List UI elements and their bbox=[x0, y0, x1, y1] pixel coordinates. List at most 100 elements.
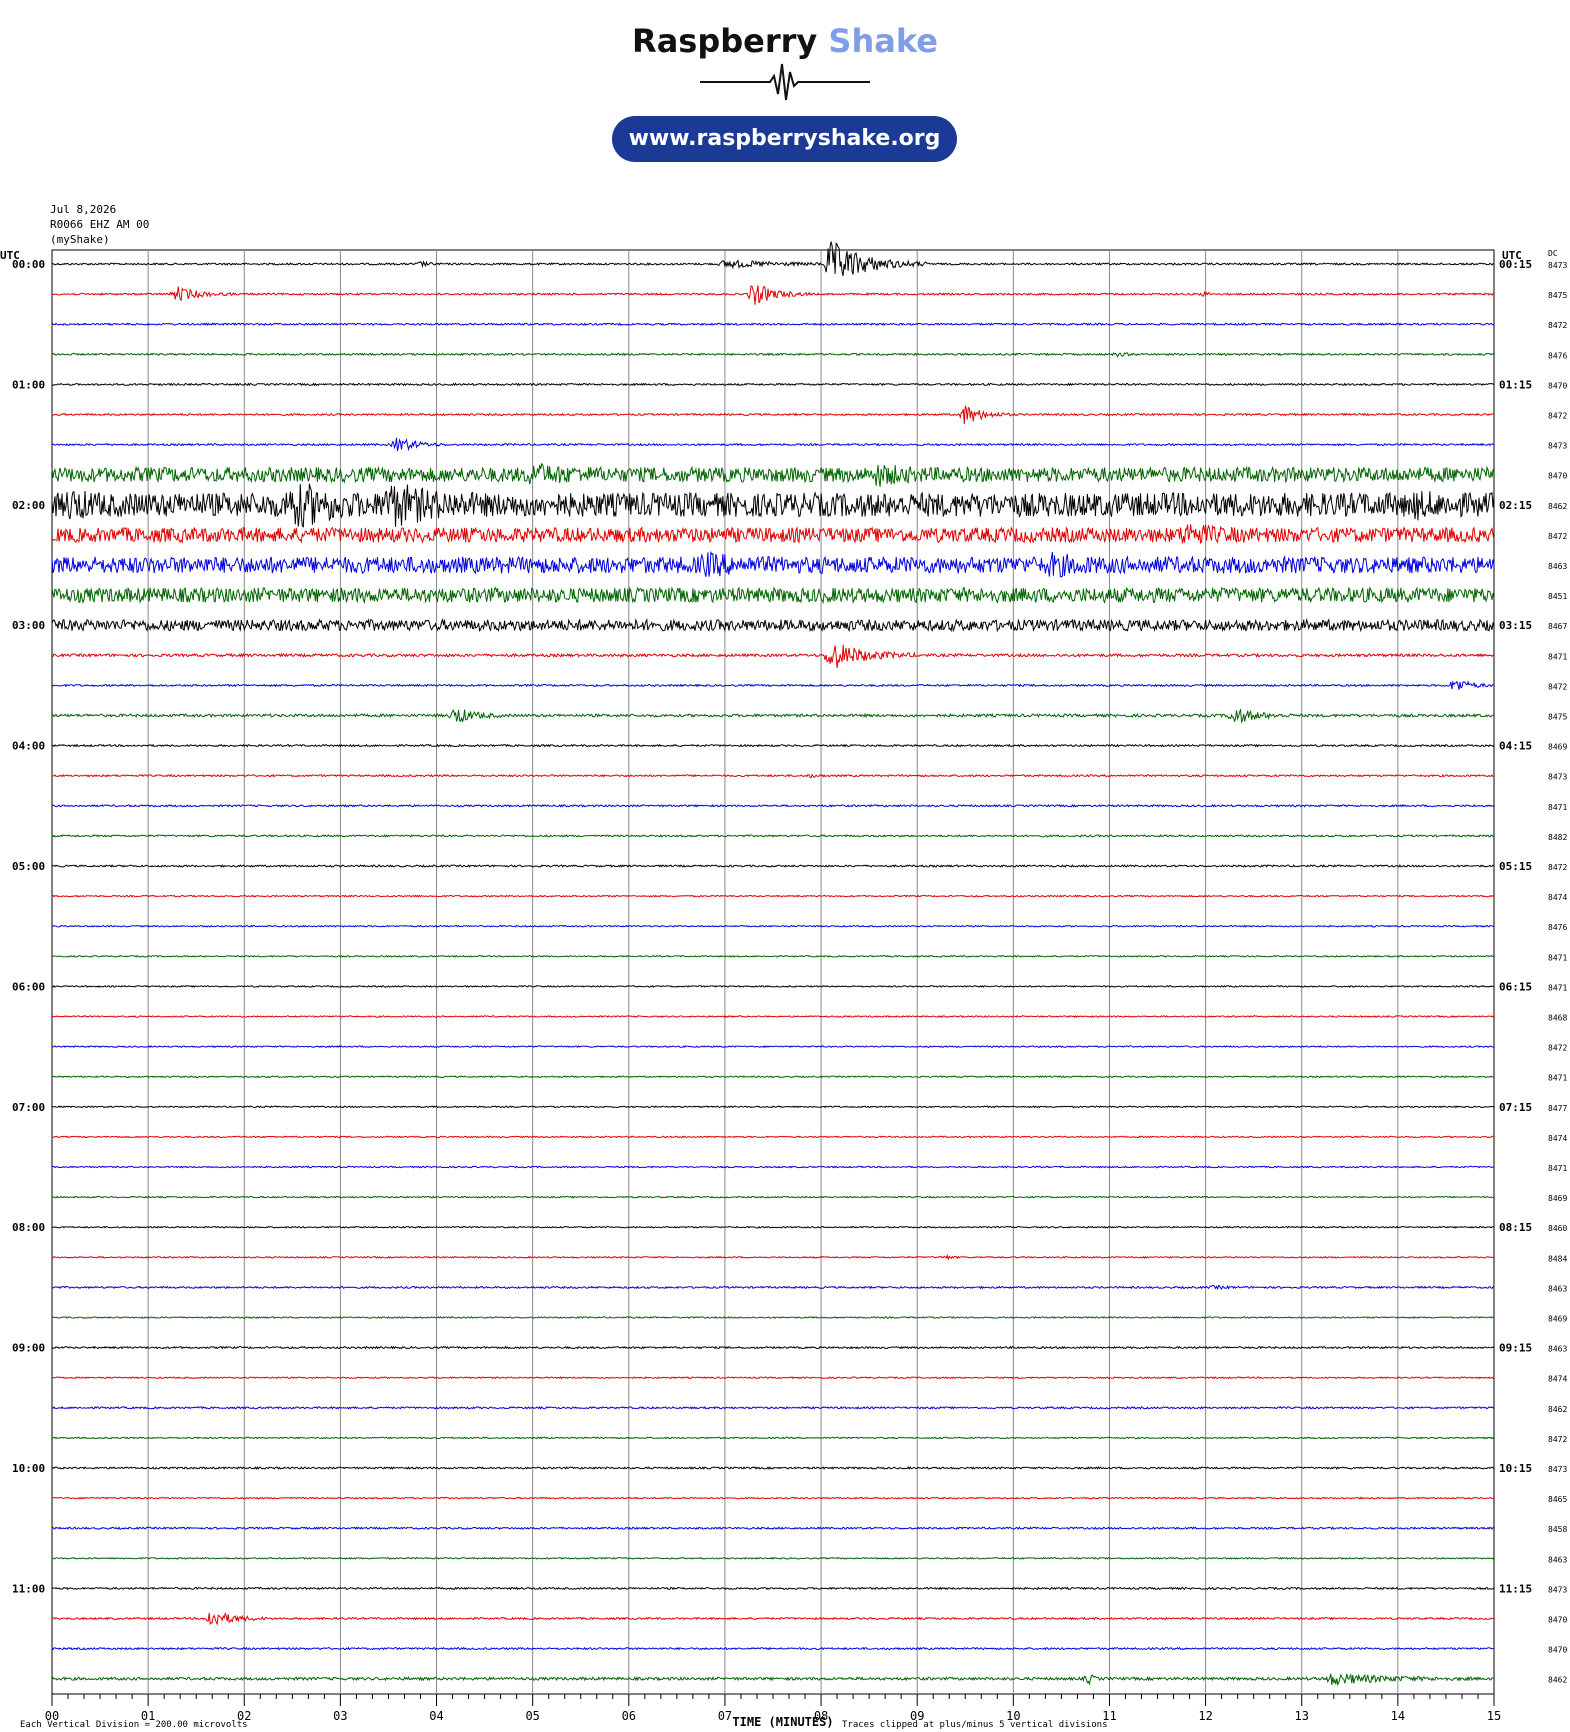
seismic-trace bbox=[51, 1316, 1495, 1319]
dc-value: 8462 bbox=[1548, 1676, 1567, 1685]
left-hour-label: 01:00 bbox=[12, 378, 45, 391]
dc-value: 8469 bbox=[1548, 1194, 1567, 1203]
right-hour-label: 08:15 bbox=[1499, 1221, 1532, 1234]
dc-value: 8475 bbox=[1548, 713, 1567, 722]
seismic-trace bbox=[52, 1135, 1495, 1139]
dc-value: 8473 bbox=[1548, 1465, 1567, 1474]
dc-value: 8462 bbox=[1548, 1405, 1567, 1414]
seismic-trace bbox=[51, 1586, 1495, 1591]
x-tick-label: 05 bbox=[525, 1709, 539, 1723]
seismic-trace bbox=[51, 462, 1495, 487]
seismic-trace bbox=[51, 1405, 1495, 1410]
dc-value: 8472 bbox=[1548, 532, 1567, 541]
seismic-trace bbox=[51, 708, 1495, 723]
right-hour-label: 06:15 bbox=[1499, 980, 1532, 993]
seismic-trace bbox=[51, 1466, 1495, 1470]
dc-value: 8469 bbox=[1548, 1315, 1567, 1324]
seismic-trace bbox=[51, 1254, 1495, 1261]
x-tick-label: 13 bbox=[1295, 1709, 1309, 1723]
dc-value: 8476 bbox=[1548, 351, 1567, 360]
left-hour-label: 05:00 bbox=[12, 860, 45, 873]
right-hour-label: 07:15 bbox=[1499, 1101, 1532, 1114]
seismic-trace bbox=[51, 1556, 1495, 1560]
seismic-trace bbox=[51, 322, 1495, 327]
left-hour-label: 03:00 bbox=[12, 619, 45, 632]
dc-value: 8475 bbox=[1548, 291, 1567, 300]
dc-value: 8471 bbox=[1548, 953, 1567, 962]
right-hour-label: 04:15 bbox=[1499, 740, 1532, 753]
seismic-trace bbox=[52, 1075, 1495, 1079]
dc-value: 8482 bbox=[1548, 833, 1567, 842]
right-hour-label: 03:15 bbox=[1499, 619, 1532, 632]
scale-note: Each Vertical Division = 200.00 microvol… bbox=[20, 1720, 248, 1730]
seismic-trace bbox=[51, 1105, 1495, 1109]
x-tick-label: 03 bbox=[333, 1709, 347, 1723]
dc-value: 8462 bbox=[1548, 502, 1567, 511]
dc-header: DC bbox=[1548, 249, 1558, 258]
dc-value: 8469 bbox=[1548, 743, 1567, 752]
left-hour-label: 08:00 bbox=[12, 1221, 45, 1234]
dc-value: 8472 bbox=[1548, 863, 1567, 872]
seismic-trace bbox=[51, 1345, 1495, 1350]
seismic-trace bbox=[51, 1225, 1495, 1229]
right-hour-label: 09:15 bbox=[1499, 1342, 1532, 1355]
dc-value: 8474 bbox=[1548, 893, 1567, 902]
dc-value: 8472 bbox=[1548, 1435, 1567, 1444]
seismic-trace bbox=[51, 1376, 1495, 1380]
dc-value: 8472 bbox=[1548, 321, 1567, 330]
left-hour-label: 02:00 bbox=[12, 499, 45, 512]
seismic-trace bbox=[51, 803, 1495, 808]
dc-value: 8465 bbox=[1548, 1495, 1567, 1504]
right-hour-label: 01:15 bbox=[1499, 378, 1532, 391]
plot-frame bbox=[51, 249, 1495, 1695]
dc-value: 8470 bbox=[1548, 1616, 1567, 1625]
right-hour-label: 05:15 bbox=[1499, 860, 1532, 873]
seismic-trace bbox=[51, 1165, 1495, 1169]
seismic-trace bbox=[51, 241, 1495, 276]
right-hour-label: 10:15 bbox=[1499, 1462, 1532, 1475]
left-hour-label: 10:00 bbox=[12, 1462, 45, 1475]
dc-value: 8463 bbox=[1548, 1555, 1567, 1564]
dc-value: 8468 bbox=[1548, 1014, 1567, 1023]
x-tick-label: 07 bbox=[718, 1709, 732, 1723]
left-hour-label: 11:00 bbox=[12, 1582, 45, 1595]
seismic-trace bbox=[51, 864, 1495, 868]
left-hour-label: 00:00 bbox=[12, 258, 45, 271]
seismic-trace bbox=[51, 773, 1494, 779]
seismic-trace bbox=[51, 1612, 1495, 1626]
seismic-trace bbox=[51, 1045, 1495, 1049]
dc-value: 8470 bbox=[1548, 381, 1567, 390]
seismic-trace bbox=[51, 382, 1495, 387]
seismic-trace bbox=[51, 924, 1495, 928]
dc-value: 8472 bbox=[1548, 1044, 1567, 1053]
dc-value: 8463 bbox=[1548, 1345, 1567, 1354]
right-hour-label: 00:15 bbox=[1499, 258, 1532, 271]
dc-value: 8474 bbox=[1548, 1134, 1567, 1143]
dc-value: 8451 bbox=[1548, 592, 1567, 601]
right-hour-label: 11:15 bbox=[1499, 1582, 1532, 1595]
dc-value: 8471 bbox=[1548, 1074, 1567, 1083]
x-axis-label: TIME (MINUTES) bbox=[732, 1715, 833, 1729]
seismic-trace bbox=[51, 680, 1495, 690]
helicorder-chart: 00 01 02 03 04 05 06 07 08 09 10 11 12 13 14 15UTC UTC DC… bbox=[0, 241, 1567, 1730]
seismic-trace bbox=[51, 894, 1495, 898]
seismic-trace bbox=[51, 1646, 1494, 1651]
dc-value: 8473 bbox=[1548, 442, 1567, 451]
dc-value: 8463 bbox=[1548, 562, 1567, 571]
seismic-trace bbox=[51, 586, 1495, 605]
dc-value: 8473 bbox=[1548, 773, 1567, 782]
dc-value: 8472 bbox=[1548, 682, 1567, 691]
dc-value: 8472 bbox=[1548, 412, 1567, 421]
dc-value: 8470 bbox=[1548, 1646, 1567, 1655]
x-tick-label: 06 bbox=[622, 1709, 636, 1723]
x-tick-label: 12 bbox=[1198, 1709, 1212, 1723]
seismic-trace bbox=[51, 524, 1495, 544]
seismic-trace bbox=[51, 984, 1495, 988]
seismic-trace bbox=[51, 483, 1495, 528]
seismic-trace bbox=[51, 1284, 1495, 1291]
dc-value: 8484 bbox=[1548, 1254, 1567, 1263]
dc-value: 8458 bbox=[1548, 1525, 1567, 1534]
seismic-trace bbox=[51, 437, 1494, 452]
seismic-trace bbox=[51, 1015, 1495, 1018]
x-tick-label: 15 bbox=[1487, 1709, 1501, 1723]
